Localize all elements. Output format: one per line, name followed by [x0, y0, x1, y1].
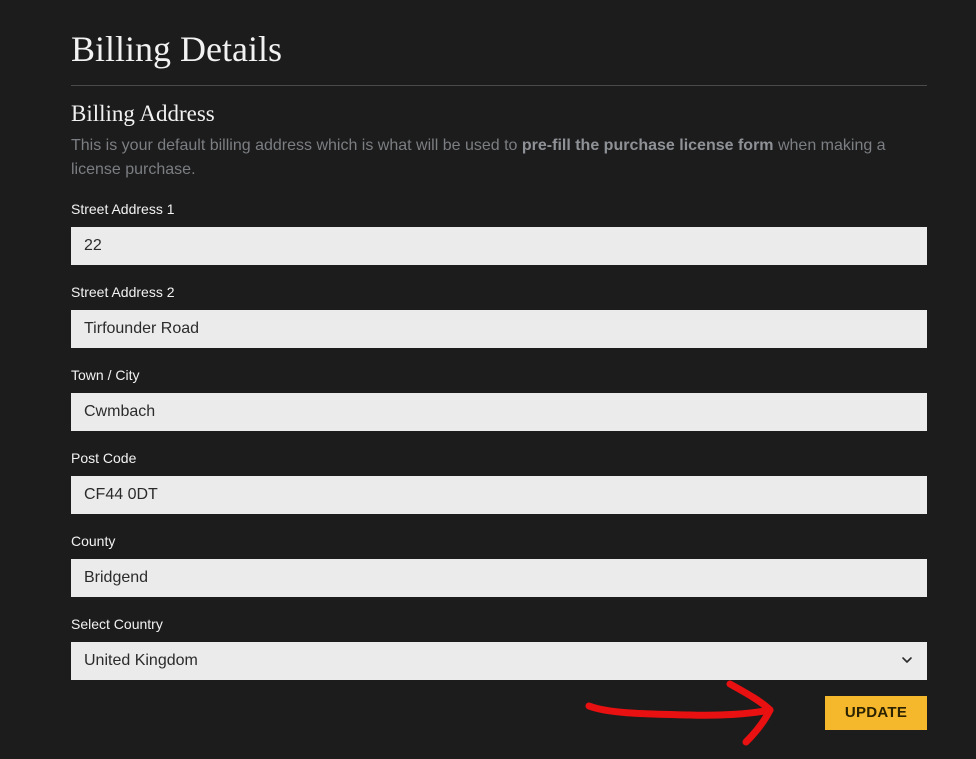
- update-button[interactable]: UPDATE: [825, 696, 927, 730]
- description-bold: pre-fill the purchase license form: [521, 137, 774, 154]
- street-address-2-input[interactable]: Tirfounder Road: [71, 310, 927, 348]
- post-code-value: CF44 0DT: [84, 486, 158, 503]
- country-select[interactable]: United Kingdom: [71, 642, 927, 680]
- country-select-value: United Kingdom: [84, 652, 198, 669]
- post-code-input[interactable]: CF44 0DT: [71, 476, 927, 514]
- chevron-down-icon: [902, 657, 912, 663]
- county-input[interactable]: Bridgend: [71, 559, 927, 597]
- billing-address-description: This is your default billing address whi…: [71, 134, 927, 182]
- town-city-input[interactable]: Cwmbach: [71, 393, 927, 431]
- county-label: County: [71, 533, 116, 549]
- billing-address-heading: Billing Address: [71, 101, 215, 126]
- post-code-label: Post Code: [71, 450, 137, 466]
- description-prefix: This is your default billing address whi…: [71, 137, 522, 154]
- street-address-1-input[interactable]: 22: [71, 227, 927, 265]
- town-city-label: Town / City: [71, 367, 140, 383]
- select-country-label: Select Country: [71, 616, 163, 632]
- page-title: Billing Details: [71, 29, 282, 69]
- title-divider: [71, 85, 927, 86]
- street-address-2-label: Street Address 2: [71, 284, 175, 300]
- town-city-value: Cwmbach: [84, 403, 156, 420]
- street-address-1-value: 22: [84, 237, 102, 254]
- street-address-2-value: Tirfounder Road: [84, 320, 200, 337]
- red-arrow-annotation: [585, 680, 774, 746]
- street-address-1-label: Street Address 1: [71, 201, 175, 217]
- county-value: Bridgend: [84, 569, 149, 586]
